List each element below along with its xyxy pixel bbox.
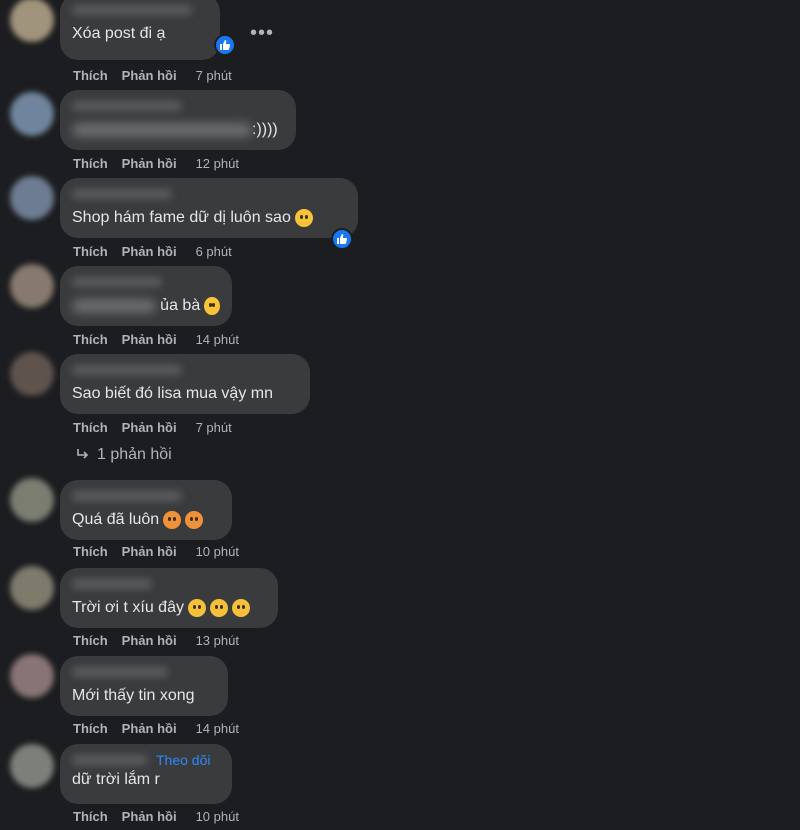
reply-action[interactable]: Phản hồi — [122, 544, 177, 559]
comment-text: Quá đã luôn — [72, 510, 220, 530]
thumbs-up-icon — [337, 234, 348, 244]
comment-bubble: :)))) — [60, 90, 296, 150]
timestamp[interactable]: 10 phút — [196, 544, 239, 559]
author-name[interactable] — [72, 579, 152, 589]
like-action[interactable]: Thích — [73, 721, 108, 736]
comment-actions: Thích Phản hồi 14 phút — [73, 721, 239, 736]
avatar[interactable] — [10, 744, 54, 788]
like-action[interactable]: Thích — [73, 244, 108, 259]
comment-text: Shop hám fame dữ dị luôn sao — [72, 208, 346, 228]
like-reaction-badge[interactable] — [331, 228, 353, 250]
comment-actions: Thích Phản hồi 6 phút — [73, 244, 232, 259]
reply-action[interactable]: Phản hồi — [122, 420, 177, 435]
reply-action[interactable]: Phản hồi — [122, 332, 177, 347]
author-name[interactable] — [72, 667, 168, 677]
reply-action[interactable]: Phản hồi — [122, 156, 177, 171]
author-name[interactable] — [72, 491, 182, 501]
comment-text: Sao biết đó lisa mua vậy mn — [72, 385, 273, 402]
reply-action[interactable]: Phản hồi — [122, 244, 177, 259]
avatar[interactable] — [10, 92, 54, 136]
author-name[interactable] — [72, 755, 148, 765]
avatar[interactable] — [10, 0, 54, 42]
smiling-hearts-emoji-icon — [163, 511, 182, 529]
timestamp[interactable]: 14 phút — [196, 721, 239, 736]
view-replies-link[interactable]: 1 phản hồi — [75, 446, 172, 464]
comment-text: dữ trời lắm r — [72, 771, 160, 788]
comment-actions: Thích Phản hồi 7 phút — [73, 420, 232, 435]
comment-actions: Thích Phản hồi 7 phút — [73, 68, 232, 83]
reply-action[interactable]: Phản hồi — [122, 633, 177, 648]
author-name[interactable] — [72, 277, 162, 287]
timestamp[interactable]: 12 phút — [196, 156, 239, 171]
more-options-icon[interactable]: ••• — [250, 22, 274, 45]
comment-actions: Thích Phản hồi 12 phút — [73, 156, 239, 171]
comment-text: Trời ơi t xíu đây — [72, 598, 266, 618]
like-action[interactable]: Thích — [73, 420, 108, 435]
timestamp[interactable]: 7 phút — [196, 68, 232, 83]
comment-text: Mới thấy tin xong — [72, 687, 195, 704]
author-name[interactable] — [72, 101, 182, 111]
comment-actions: Thích Phản hồi 10 phút — [73, 544, 239, 559]
comment-actions: Thích Phản hồi 13 phút — [73, 633, 239, 648]
timestamp[interactable]: 6 phút — [196, 244, 232, 259]
author-row: Theo dõi — [72, 752, 220, 768]
comment-text: :)))) — [72, 120, 284, 140]
author-name[interactable] — [72, 365, 182, 375]
avatar[interactable] — [10, 264, 54, 308]
smiling-hearts-emoji-icon — [185, 511, 204, 529]
comment-bubble: Sao biết đó lisa mua vậy mn — [60, 354, 310, 414]
avatar[interactable] — [10, 176, 54, 220]
reply-action[interactable]: Phản hồi — [122, 809, 177, 824]
timestamp[interactable]: 14 phút — [196, 332, 239, 347]
comment-bubble: Xóa post đi ạ — [60, 0, 220, 60]
timestamp[interactable]: 13 phút — [196, 633, 239, 648]
like-reaction-badge[interactable] — [214, 34, 236, 56]
blurred-text — [72, 123, 252, 137]
author-name[interactable] — [72, 5, 192, 15]
crying-emoji-icon — [209, 599, 228, 617]
sad-emoji-icon — [231, 599, 250, 617]
comment-bubble: ủa bà — [60, 266, 232, 326]
timestamp[interactable]: 10 phút — [196, 809, 239, 824]
comment-text: ủa bà — [72, 296, 220, 316]
like-action[interactable]: Thích — [73, 332, 108, 347]
reply-action[interactable]: Phản hồi — [122, 68, 177, 83]
avatar[interactable] — [10, 352, 54, 396]
comment-actions: Thích Phản hồi 10 phút — [73, 809, 239, 824]
comment-bubble: Shop hám fame dữ dị luôn sao — [60, 178, 358, 238]
like-action[interactable]: Thích — [73, 809, 108, 824]
avatar[interactable] — [10, 566, 54, 610]
like-action[interactable]: Thích — [73, 156, 108, 171]
like-action[interactable]: Thích — [73, 633, 108, 648]
crying-emoji-icon — [187, 599, 206, 617]
avatar[interactable] — [10, 654, 54, 698]
comment-bubble: Quá đã luôn — [60, 480, 232, 540]
comment-bubble: Theo dõi dữ trời lắm r — [60, 744, 232, 804]
comment-actions: Thích Phản hồi 14 phút — [73, 332, 239, 347]
avatar[interactable] — [10, 478, 54, 522]
like-action[interactable]: Thích — [73, 68, 108, 83]
thumbs-up-icon — [220, 40, 231, 50]
timestamp[interactable]: 7 phút — [196, 420, 232, 435]
comment-bubble: Mới thấy tin xong — [60, 656, 228, 716]
follow-link[interactable]: Theo dõi — [156, 752, 210, 768]
like-action[interactable]: Thích — [73, 544, 108, 559]
author-name[interactable] — [72, 189, 172, 199]
comment-bubble: Trời ơi t xíu đây — [60, 568, 278, 628]
rolling-eyes-emoji-icon — [294, 209, 313, 227]
blurred-text — [72, 299, 157, 313]
surprised-emoji-icon — [204, 297, 220, 315]
reply-arrow-icon — [77, 449, 89, 459]
comment-text: Xóa post đi ạ — [72, 25, 166, 42]
reply-action[interactable]: Phản hồi — [122, 721, 177, 736]
